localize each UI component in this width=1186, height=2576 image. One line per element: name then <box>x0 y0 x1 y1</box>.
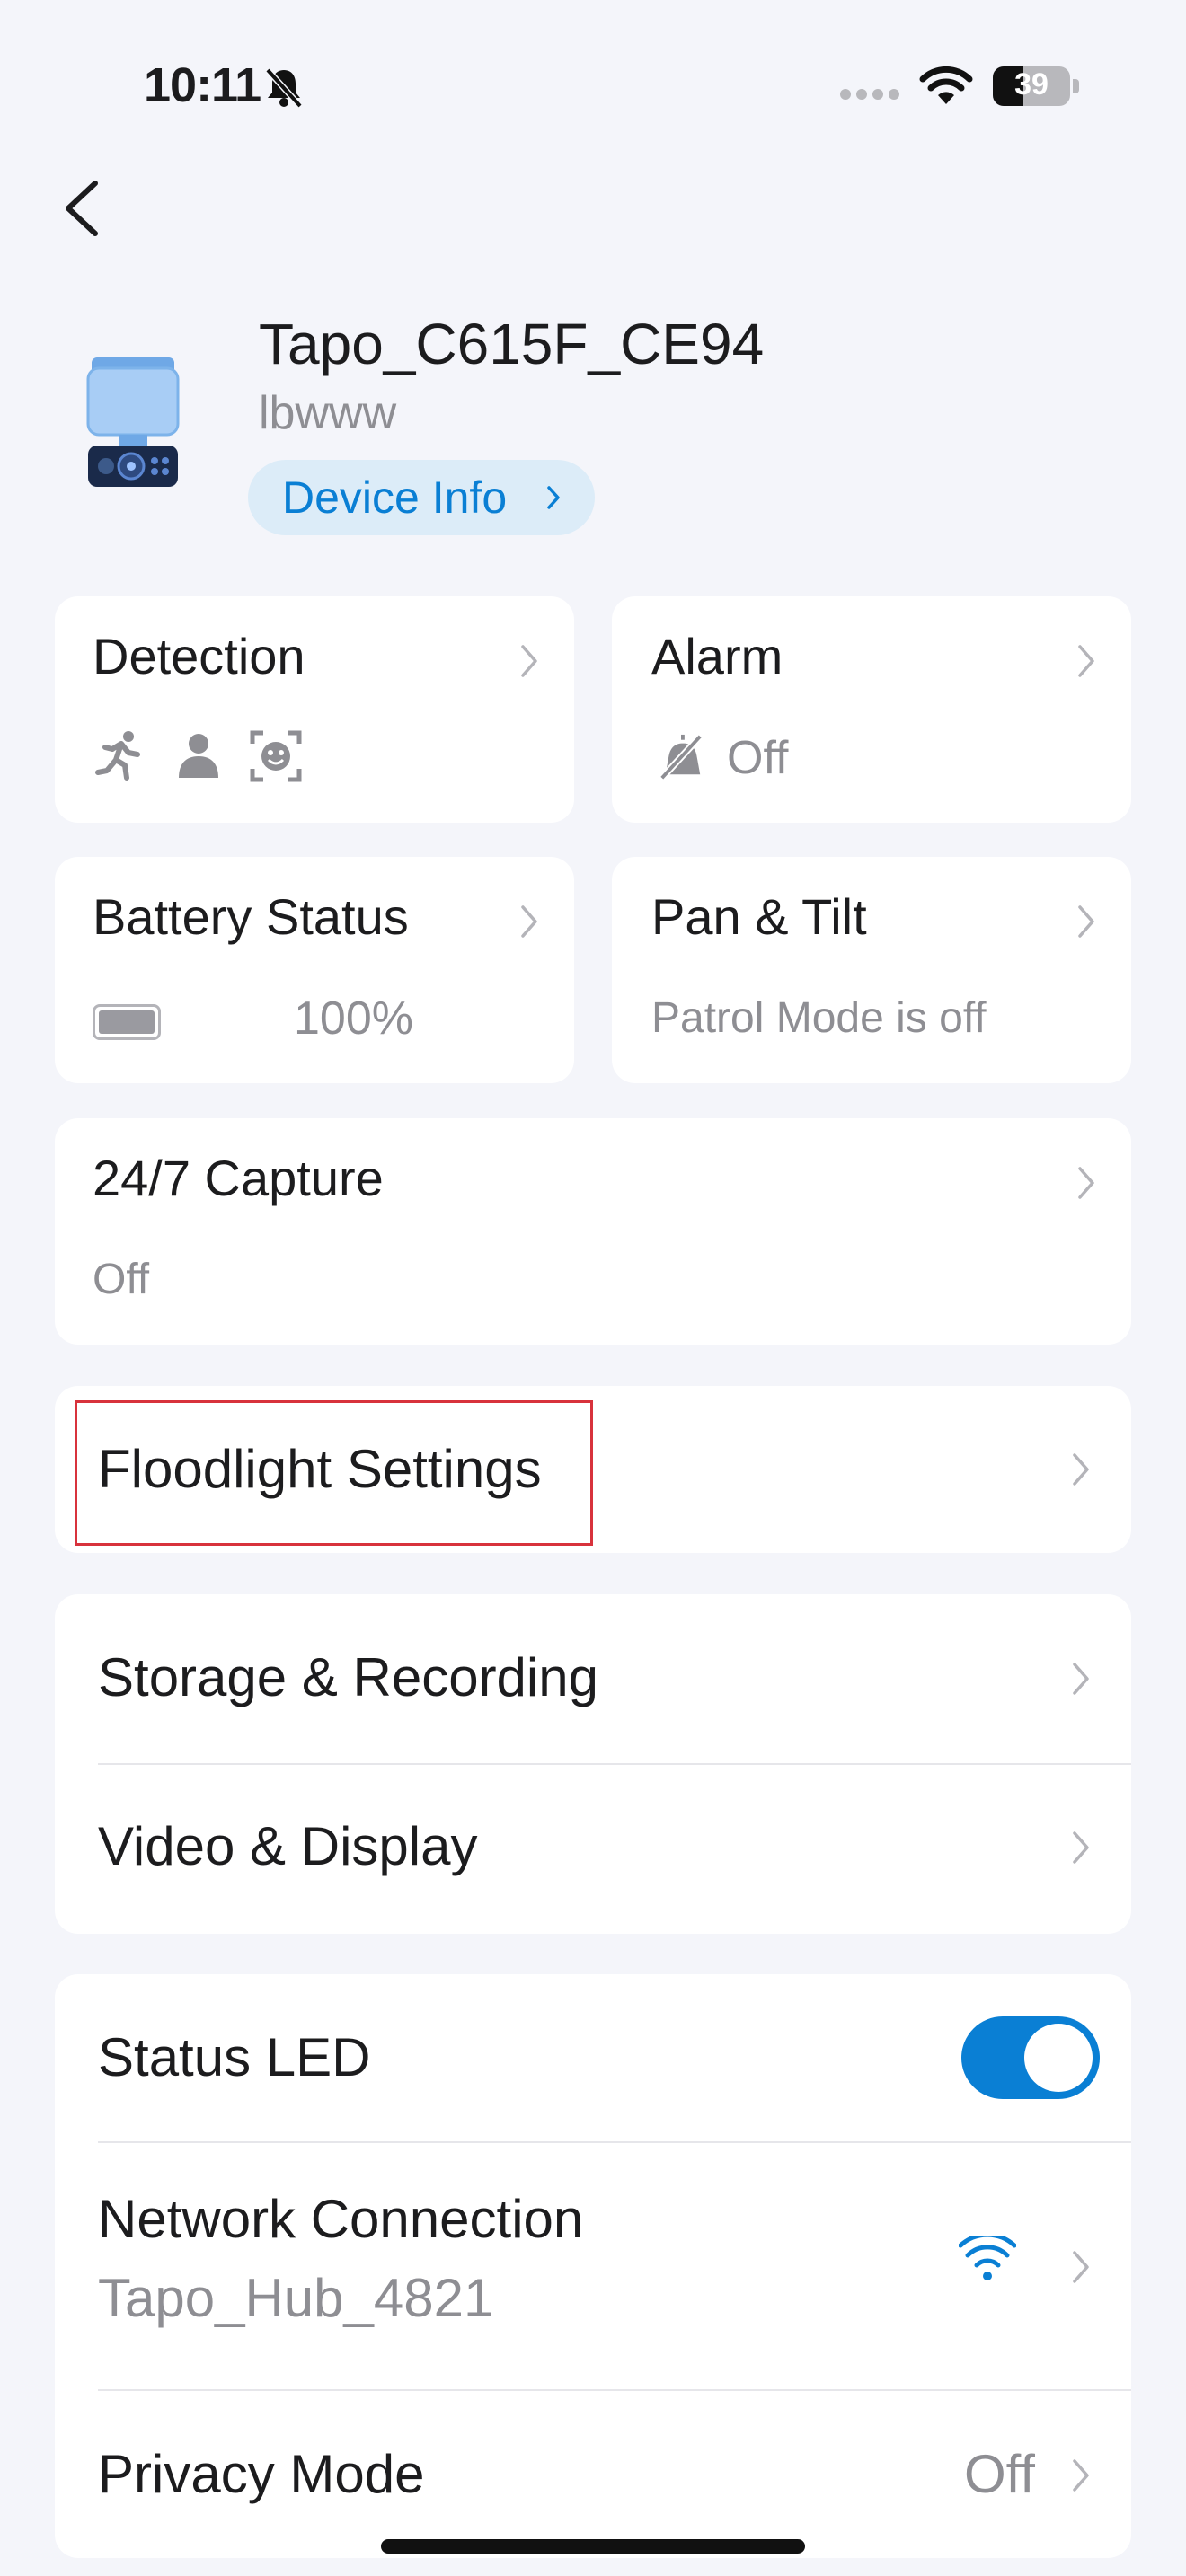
alarm-status: Off <box>727 732 789 784</box>
device-info-label: Device Info <box>282 472 508 523</box>
chevron-right-icon <box>521 645 537 677</box>
chevron-right-icon <box>1073 2459 1089 2492</box>
storage-recording-label: Storage & Recording <box>98 1647 598 1707</box>
motion-detection-icon <box>95 731 140 781</box>
status-time: 10:11 <box>144 58 261 112</box>
network-connection-row[interactable]: Network Connection Tapo_Hub_4821 <box>55 2143 1131 2387</box>
video-display-row[interactable]: Video & Display <box>55 1765 1131 1934</box>
privacy-mode-label: Privacy Mode <box>98 2444 425 2504</box>
back-arrow-icon[interactable] <box>54 171 111 246</box>
chevron-right-icon <box>1078 905 1094 938</box>
battery-status-icon: 39 <box>993 65 1079 108</box>
cellular-signal-icon <box>840 88 905 104</box>
highlight-box <box>75 1400 593 1546</box>
battery-level-text: 39 <box>1014 67 1049 101</box>
toggle-knob <box>1024 2024 1093 2092</box>
network-connection-label: Network Connection <box>98 2189 584 2249</box>
patrol-mode-status: Patrol Mode is off <box>651 994 987 1042</box>
network-name: Tapo_Hub_4821 <box>98 2268 494 2328</box>
privacy-mode-row[interactable]: Privacy Mode Off <box>55 2391 1131 2558</box>
chevron-right-icon <box>1073 2251 1089 2283</box>
chevron-right-icon <box>547 486 560 509</box>
face-detection-icon <box>250 730 302 782</box>
detection-title: Detection <box>93 628 305 684</box>
chevron-right-icon <box>1078 1167 1094 1199</box>
wifi-icon <box>959 2236 1016 2280</box>
alarm-title: Alarm <box>651 628 783 684</box>
device-info-button[interactable]: Device Info <box>248 460 595 535</box>
capture-status: Off <box>93 1256 150 1303</box>
pan-tilt-title: Pan & Tilt <box>651 888 867 945</box>
battery-status-card[interactable]: Battery Status 100% <box>55 857 574 1083</box>
privacy-mode-status: Off <box>964 2444 1035 2504</box>
alarm-card[interactable]: Alarm Off <box>612 596 1131 823</box>
camera-device-image <box>86 357 180 487</box>
detection-card[interactable]: Detection <box>55 596 574 823</box>
status-led-label: Status LED <box>98 2027 371 2087</box>
wifi-status-icon <box>919 66 973 104</box>
battery-level-icon <box>93 1004 161 1040</box>
storage-video-group: Storage & Recording Video & Display <box>55 1594 1131 1934</box>
chevron-right-icon <box>521 905 537 938</box>
video-display-label: Video & Display <box>98 1816 478 1876</box>
storage-recording-row[interactable]: Storage & Recording <box>55 1594 1131 1763</box>
device-location: lbwww <box>259 387 397 439</box>
capture-title: 24/7 Capture <box>93 1150 384 1206</box>
chevron-right-icon <box>1078 645 1094 677</box>
battery-status-title: Battery Status <box>93 888 409 945</box>
battery-percentage: 100% <box>294 992 413 1045</box>
device-name: Tapo_C615F_CE94 <box>259 312 765 376</box>
chevron-right-icon <box>1073 1453 1089 1486</box>
capture-card[interactable]: 24/7 Capture Off <box>55 1118 1131 1345</box>
person-detection-icon <box>179 734 218 778</box>
status-led-toggle[interactable] <box>961 2016 1100 2099</box>
chevron-right-icon <box>1073 1831 1089 1864</box>
pan-tilt-card[interactable]: Pan & Tilt Patrol Mode is off <box>612 857 1131 1083</box>
silent-bell-icon <box>265 67 303 109</box>
alarm-off-icon <box>659 734 704 781</box>
home-indicator[interactable] <box>381 2539 805 2554</box>
chevron-right-icon <box>1073 1663 1089 1695</box>
